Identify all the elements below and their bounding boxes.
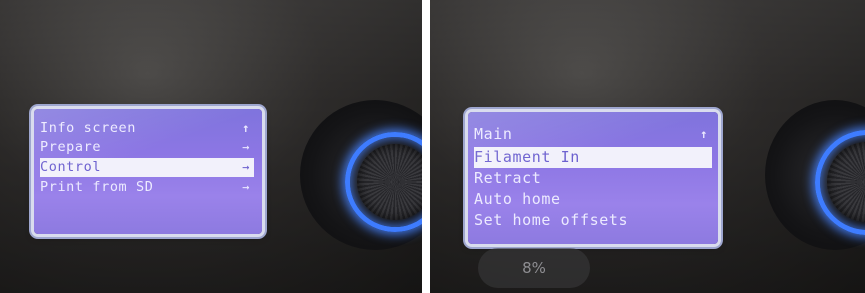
menu-item-main[interactable]: Main ↑ — [474, 124, 712, 145]
menu-item-label: Retract — [474, 169, 542, 187]
menu-item-label: Main — [474, 125, 513, 143]
right-arrow-icon: → — [242, 180, 250, 194]
menu-item-label: Info screen — [40, 120, 137, 136]
menu-item-prepare[interactable]: Prepare → — [40, 138, 254, 157]
menu-item-label: Prepare — [40, 139, 102, 155]
menu-item-retract[interactable]: Retract — [474, 168, 712, 189]
menu-item-print-from-sd[interactable]: Print from SD → — [40, 178, 254, 197]
menu-item-filament-in[interactable]: Filament In — [474, 147, 712, 168]
menu-item-auto-home[interactable]: Auto home — [474, 189, 712, 210]
printer-photo-left: Info screen ↑ Prepare → Control → Print … — [0, 0, 422, 293]
right-arrow-icon: → — [242, 140, 250, 154]
menu-item-label: Print from SD — [40, 179, 154, 195]
menu-item-label: Filament In — [474, 148, 580, 166]
menu-item-control[interactable]: Control → — [40, 158, 254, 177]
menu-item-label: Control — [40, 159, 102, 175]
lcd-screen-left: Info screen ↑ Prepare → Control → Print … — [34, 109, 262, 234]
menu-item-info-screen[interactable]: Info screen ↑ — [40, 119, 254, 138]
up-arrow-icon: ↑ — [700, 127, 708, 141]
right-arrow-icon: → — [242, 160, 250, 174]
lcd-screen-right: Main ↑ Filament In Retract Auto home Set… — [468, 112, 718, 244]
menu-item-label: Auto home — [474, 190, 561, 208]
progress-overlay: 8% — [478, 248, 590, 288]
menu-item-set-home-offsets[interactable]: Set home offsets — [474, 210, 712, 231]
menu-item-label: Set home offsets — [474, 211, 629, 229]
up-arrow-icon: ↑ — [242, 121, 250, 135]
